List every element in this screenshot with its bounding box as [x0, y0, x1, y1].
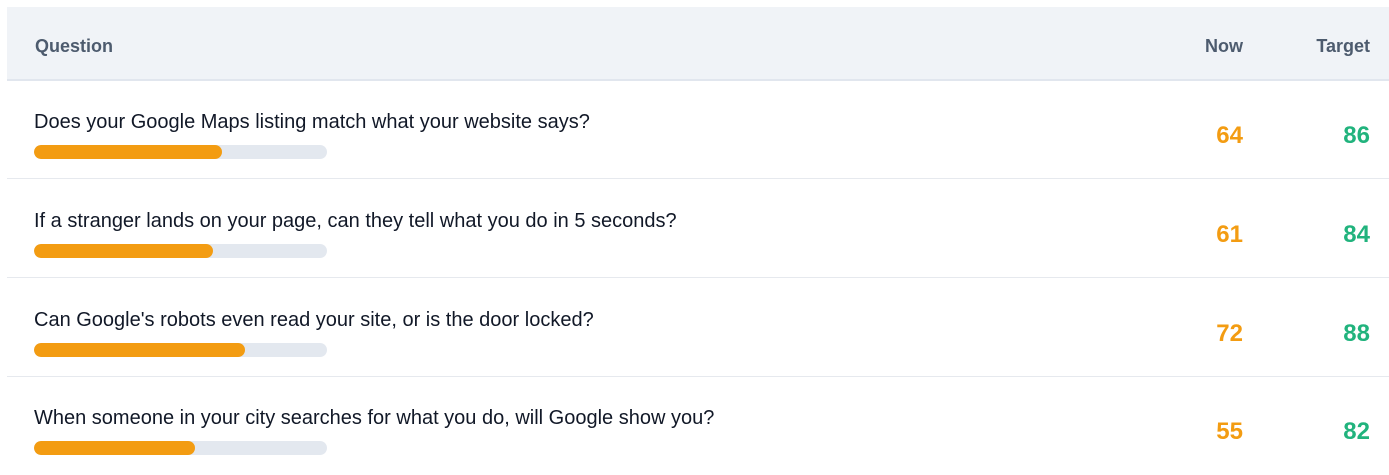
progress-bar-fill: [34, 145, 222, 159]
progress-bar-fill: [34, 343, 245, 357]
progress-bar: [34, 145, 327, 159]
question-text: Can Google's robots even read your site,…: [34, 309, 594, 331]
now-score: 61: [1216, 221, 1243, 248]
target-score: 82: [1343, 418, 1370, 445]
table-row: When someone in your city searches for w…: [7, 377, 1389, 475]
progress-bar: [34, 244, 327, 258]
target-score: 88: [1343, 320, 1370, 347]
table-row: Does your Google Maps listing match what…: [7, 81, 1389, 179]
question-text: Does your Google Maps listing match what…: [34, 111, 590, 133]
question-text: If a stranger lands on your page, can th…: [34, 210, 677, 232]
now-score: 64: [1216, 122, 1243, 149]
now-score: 55: [1216, 418, 1243, 445]
progress-bar-fill: [34, 244, 213, 258]
question-text: When someone in your city searches for w…: [34, 407, 715, 429]
table-row: If a stranger lands on your page, can th…: [7, 180, 1389, 278]
progress-bar: [34, 441, 327, 455]
table-row: Can Google's robots even read your site,…: [7, 279, 1389, 377]
progress-bar: [34, 343, 327, 357]
now-score: 72: [1216, 320, 1243, 347]
progress-bar-fill: [34, 441, 196, 455]
target-score: 86: [1343, 122, 1370, 149]
target-score: 84: [1343, 221, 1370, 248]
column-header-target: Target: [1316, 36, 1370, 56]
score-table: Question Now Target Does your Google Map…: [0, 0, 1389, 470]
column-header-now: Now: [1205, 36, 1243, 56]
table-header: Question Now Target: [7, 7, 1389, 81]
column-header-question: Question: [35, 36, 114, 56]
